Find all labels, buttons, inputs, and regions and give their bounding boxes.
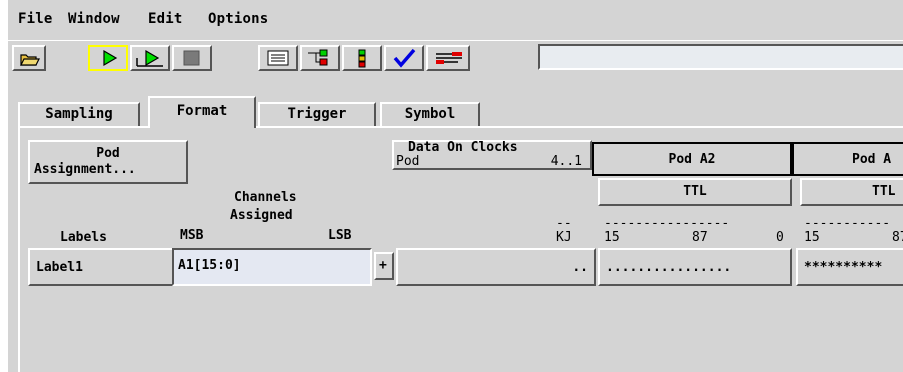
channels-assigned-heading-1: Channels [234, 190, 297, 205]
run-repetitive-icon [136, 49, 163, 67]
data-on-clocks-label: Data On Clocks [408, 140, 518, 155]
pod-a1-bit-15: 15 [804, 230, 820, 245]
tools-icon [436, 52, 462, 64]
stop-button[interactable] [172, 45, 212, 71]
pod-a1-threshold: TTL [872, 184, 896, 199]
listing-button[interactable] [258, 45, 298, 71]
verify-button[interactable] [384, 45, 424, 71]
tab-sampling[interactable]: Sampling [18, 102, 140, 126]
pod-a1-title: Pod A [852, 152, 892, 167]
data-on-clocks-pod: Pod [396, 154, 420, 169]
tab-trigger[interactable]: Trigger [258, 102, 376, 126]
plus-icon: + [379, 258, 387, 273]
channels-assigned-field[interactable]: A1[15:0] [172, 248, 372, 286]
run-single-button[interactable] [88, 45, 128, 71]
chart-button[interactable] [342, 45, 382, 71]
listing-icon [267, 50, 289, 66]
pod-a2-channels-field[interactable]: ................ [598, 248, 792, 286]
pod-a2-channels-value: ................ [606, 260, 732, 275]
lsb-heading: LSB [328, 228, 352, 243]
channels-assigned-value: A1[15:0] [178, 258, 241, 273]
open-folder-icon [20, 54, 40, 66]
channels-assigned-heading-2: Assigned [230, 208, 293, 223]
run-single-icon [103, 49, 118, 67]
stop-icon [183, 50, 200, 66]
waveform-button[interactable] [300, 45, 340, 71]
tab-format[interactable]: Format [148, 96, 256, 128]
pod-assignment-label-1: Pod [96, 146, 120, 161]
chart-icon [358, 49, 366, 68]
data-on-clocks-button[interactable]: Data On Clocks Pod 4..1 [392, 140, 592, 170]
logic-analyzer-window: File Window Edit Options Sampling Format… [8, 0, 903, 372]
pod-a1-channels-value: ********** [804, 260, 883, 275]
tools-button[interactable] [426, 45, 470, 71]
pod-a2-threshold-button[interactable]: TTL [598, 178, 792, 206]
format-panel: Pod Assignment... Data On Clocks Pod 4..… [18, 126, 903, 372]
msb-heading: MSB [180, 228, 204, 243]
pod-assignment-button[interactable]: Pod Assignment... [28, 140, 188, 184]
pod-assignment-label-2: Assignment... [34, 162, 136, 177]
toolbar-combo-field[interactable] [538, 44, 903, 70]
label1-button[interactable]: Label1 [28, 248, 178, 286]
pod-a1-dashes: ----------- [804, 216, 891, 231]
clock-bits-value: .. [572, 260, 588, 275]
clock-dashes: -- [556, 216, 572, 231]
pod-a2-header: Pod A2 [592, 142, 792, 176]
label1-name: Label1 [36, 260, 83, 275]
waveform-icon [308, 49, 328, 66]
pod-a2-bit-15: 15 [604, 230, 620, 245]
pod-a2-threshold: TTL [683, 184, 707, 199]
pod-a2-dashes: ---------------- [604, 216, 730, 231]
pod-a2-bit-87: 87 [692, 230, 708, 245]
clock-bits-field[interactable]: .. [396, 248, 596, 286]
pod-a1-bit-87: 87 [892, 230, 903, 245]
menu-file[interactable]: File [18, 11, 53, 27]
data-on-clocks-range: 4..1 [550, 154, 582, 169]
pod-a1-threshold-button[interactable]: TTL [800, 178, 903, 206]
labels-column-heading: Labels [60, 230, 107, 245]
pod-a1-header: Pod A [792, 142, 903, 176]
menu-bar: File Window Edit Options [8, 0, 903, 38]
menu-edit[interactable]: Edit [148, 11, 183, 27]
add-label-button[interactable]: + [374, 252, 394, 280]
run-repetitive-button[interactable] [130, 45, 170, 71]
checkmark-icon [393, 48, 416, 68]
clock-bits-heading: KJ [556, 230, 572, 245]
menu-options[interactable]: Options [208, 11, 268, 27]
open-button[interactable] [12, 45, 46, 71]
pod-a2-title: Pod A2 [668, 152, 716, 167]
pod-a2-bit-0: 0 [776, 230, 784, 245]
pod-a1-channels-field[interactable]: ********** [796, 248, 903, 286]
menu-window[interactable]: Window [68, 11, 120, 27]
tab-symbol[interactable]: Symbol [380, 102, 480, 126]
